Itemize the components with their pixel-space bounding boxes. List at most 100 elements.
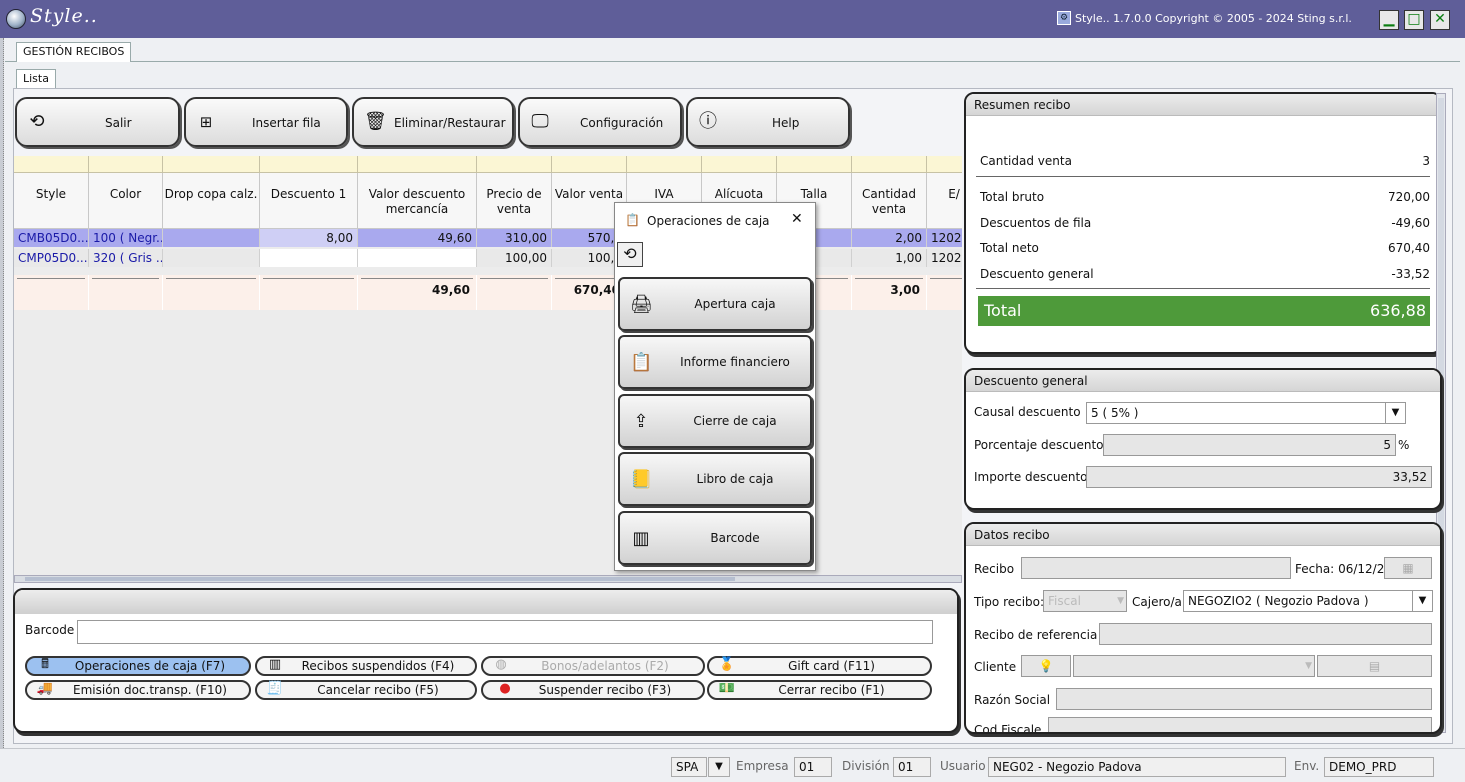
- button-label: Suspender recibo (F3): [538, 683, 672, 697]
- cierre-de-caja-button[interactable]: ⇪ Cierre de caja: [618, 394, 812, 448]
- grid-cell[interactable]: 100,00: [477, 249, 552, 267]
- grid-cell[interactable]: [358, 249, 477, 267]
- informe-financiero-button[interactable]: 📋 Informe financiero: [618, 335, 812, 389]
- help-button[interactable]: ⓘ Help: [686, 97, 850, 147]
- cliente-select[interactable]: ▼: [1073, 655, 1315, 677]
- column-header[interactable]: Descuento 1: [260, 173, 358, 229]
- language-select[interactable]: SPA: [671, 757, 707, 777]
- salir-button[interactable]: ⟲ Salir: [15, 97, 180, 147]
- chevron-down-icon[interactable]: ▼: [1305, 656, 1312, 676]
- recibo-field[interactable]: [1021, 557, 1291, 579]
- cantidad-label: Cantidad venta: [980, 154, 1072, 168]
- cajero-value: NEGOZIO2 ( Negozio Padova ): [1188, 594, 1369, 608]
- column-header[interactable]: E/: [927, 173, 962, 229]
- actions-panel-header: [15, 590, 957, 614]
- razon-social-field[interactable]: [1056, 688, 1432, 710]
- chevron-down-icon[interactable]: ▼: [1385, 403, 1405, 423]
- column-header[interactable]: Color: [89, 173, 163, 229]
- grid-cell[interactable]: [163, 229, 260, 247]
- column-filter-strip[interactable]: [477, 156, 552, 173]
- cliente-detail-icon[interactable]: ▤: [1317, 655, 1432, 677]
- porcentaje-field[interactable]: 5: [1103, 434, 1396, 456]
- barcode-input[interactable]: [77, 620, 933, 644]
- total-label: Total: [984, 301, 1022, 320]
- grid-cell[interactable]: [260, 249, 358, 267]
- recibos-suspendidos-f4-button[interactable]: ▥ Recibos suspendidos (F4): [255, 656, 477, 676]
- grid-cell[interactable]: 310,00: [477, 229, 552, 247]
- configuracion-label: Configuración: [580, 116, 664, 130]
- column-filter-strip[interactable]: [89, 156, 163, 173]
- gift-card-f11-button[interactable]: 🏅 Gift card (F11): [707, 656, 932, 676]
- column-filter-strip[interactable]: [260, 156, 358, 173]
- column-filter-strip[interactable]: [358, 156, 477, 173]
- lightbulb-icon[interactable]: 💡: [1021, 655, 1071, 677]
- column-header[interactable]: Precio de venta: [477, 173, 552, 229]
- grid-insert-icon: ⊞: [199, 113, 213, 131]
- causal-select[interactable]: 5 ( 5% ) ▼: [1086, 402, 1406, 424]
- column-filter-strip[interactable]: [163, 156, 260, 173]
- maximize-button[interactable]: □: [1404, 10, 1424, 30]
- column-filter-strip[interactable]: [702, 156, 777, 173]
- minimize-button[interactable]: ▁: [1379, 10, 1399, 30]
- operaciones-de-caja-f7-button[interactable]: 🖩 Operaciones de caja (F7): [25, 656, 251, 676]
- column-header[interactable]: Drop copa calz.: [163, 173, 260, 229]
- emisi-n-doc-transp-f10-button[interactable]: 🚚 Emisión doc.transp. (F10): [25, 680, 251, 700]
- cerrar-recibo-f1-button[interactable]: 💵 Cerrar recibo (F1): [707, 680, 932, 700]
- grid-horizontal-scrollbar[interactable]: [14, 575, 962, 583]
- chevron-down-icon[interactable]: ▼: [1412, 591, 1432, 611]
- total-cell: [927, 275, 962, 310]
- grid-cell[interactable]: CMB05D0...: [14, 229, 89, 247]
- popup-close-button[interactable]: ✕: [791, 211, 803, 227]
- cajero-select[interactable]: NEGOZIO2 ( Negozio Padova ) ▼: [1183, 590, 1433, 612]
- column-filter-strip[interactable]: [852, 156, 927, 173]
- apertura-caja-button[interactable]: 🖨 Apertura caja: [618, 277, 812, 331]
- barcode-button[interactable]: ▥ Barcode: [618, 511, 812, 565]
- total-cell: [14, 275, 89, 310]
- left-splitter[interactable]: [0, 38, 4, 748]
- column-header[interactable]: Valor descuento mercancía: [358, 173, 477, 229]
- cancelar-recibo-f5-button[interactable]: 🧾 Cancelar recibo (F5): [255, 680, 477, 700]
- grid-cell[interactable]: 1,00: [852, 249, 927, 267]
- tab-lista[interactable]: Lista: [16, 69, 56, 89]
- bonos-adelantos-f2-button[interactable]: ◍ Bonos/adelantos (F2): [481, 656, 705, 676]
- column-header[interactable]: Style: [14, 173, 89, 229]
- calendar-icon[interactable]: ▦: [1384, 557, 1432, 579]
- chevron-down-icon[interactable]: ▼: [708, 757, 730, 777]
- eliminar-restaurar-button[interactable]: 🗑 Eliminar/Restaurar: [352, 97, 514, 147]
- grid-cell[interactable]: 12022: [927, 249, 962, 267]
- configuracion-button[interactable]: 🖵 Configuración: [518, 97, 682, 147]
- popup-button-label: Apertura caja: [694, 297, 776, 311]
- grid-cell[interactable]: [163, 249, 260, 267]
- grid-scroll-thumb[interactable]: [25, 577, 735, 581]
- column-filter-strip[interactable]: [627, 156, 702, 173]
- grid-cell[interactable]: 49,60: [358, 229, 477, 247]
- importe-field[interactable]: 33,52: [1086, 466, 1432, 488]
- tab-divider: [5, 61, 1460, 62]
- suspender-recibo-f3-button[interactable]: ● Suspender recibo (F3): [481, 680, 705, 700]
- close-window-button[interactable]: ✕: [1430, 10, 1450, 30]
- tipo-recibo-select: Fiscal ▼: [1043, 590, 1127, 612]
- total-cell: 49,60: [358, 275, 477, 310]
- column-header[interactable]: Cantidad venta: [852, 173, 927, 229]
- button-label: Operaciones de caja (F7): [74, 659, 226, 673]
- grid-cell[interactable]: 2,00: [852, 229, 927, 247]
- recibo-referencia-field[interactable]: [1099, 623, 1432, 645]
- libro-de-caja-button[interactable]: 📒 Libro de caja: [618, 452, 812, 506]
- cod-fiscale-field[interactable]: [1048, 717, 1432, 732]
- grid-cell[interactable]: 8,00: [260, 229, 358, 247]
- insertar-fila-button[interactable]: ⊞ Insertar fila: [184, 97, 348, 147]
- coupon-icon: ◍: [495, 657, 507, 672]
- receipt-grid: Style Color Drop copa calz. Descuento 1 Valo…: [14, 156, 962, 582]
- back-icon[interactable]: ⟲: [617, 242, 643, 267]
- grid-cell[interactable]: 100 ( Negr...: [89, 229, 163, 247]
- resumen-row: Descuento general -33,52: [980, 267, 1430, 281]
- grid-cell[interactable]: CMP05D0...: [14, 249, 89, 267]
- eliminar-label: Eliminar/Restaurar: [394, 116, 506, 130]
- grid-cell[interactable]: 320 ( Gris ...: [89, 249, 163, 267]
- column-filter-strip[interactable]: [777, 156, 852, 173]
- column-filter-strip[interactable]: [14, 156, 89, 173]
- column-filter-strip[interactable]: [552, 156, 627, 173]
- column-filter-strip[interactable]: [927, 156, 962, 173]
- grid-cell[interactable]: 12023: [927, 229, 962, 247]
- tab-gestion-recibos[interactable]: GESTIÓN RECIBOS: [16, 42, 132, 62]
